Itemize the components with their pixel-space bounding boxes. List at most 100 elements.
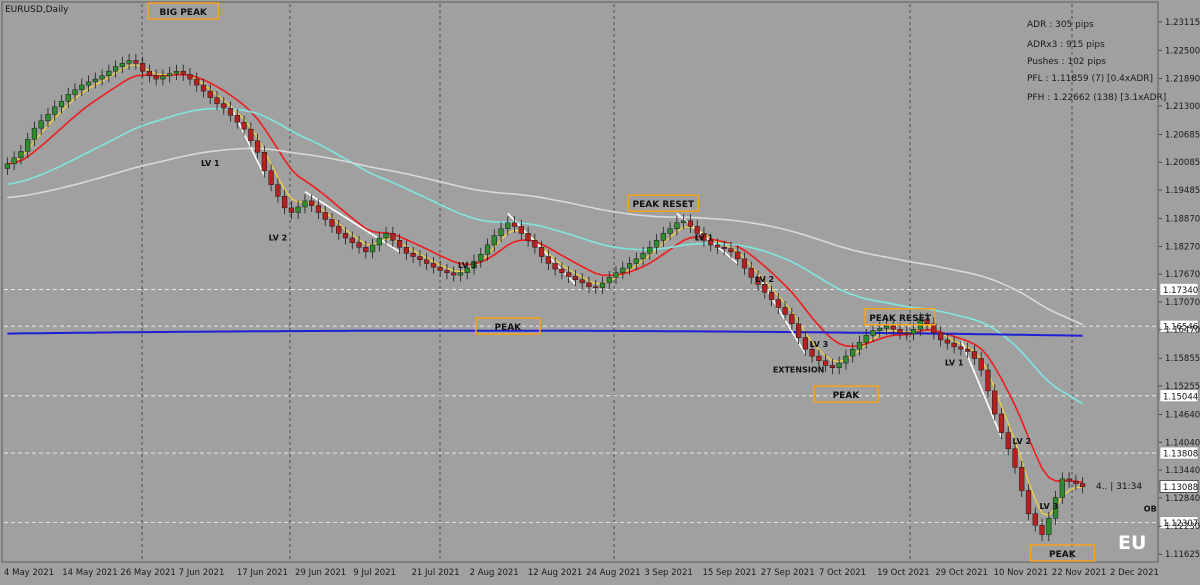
x-tick-label: 14 May 2021 xyxy=(62,568,117,578)
bear-candle-body xyxy=(816,355,822,362)
bear-candle-body xyxy=(795,323,802,338)
y-tick-label: 1.13440 xyxy=(1165,466,1200,476)
price-level-label: 1.15044 xyxy=(1163,392,1198,402)
y-tick-label: 1.15255 xyxy=(1165,382,1200,392)
x-tick-label: 21 Jul 2021 xyxy=(411,568,459,578)
chart-window[interactable]: 1.17340 1.16546 1.15044 1.13808 1.12307 1.130… xyxy=(0,0,1200,581)
price-level-label: 1.13808 xyxy=(1163,450,1198,460)
bear-candle-body xyxy=(1039,525,1045,535)
bear-candle-body xyxy=(322,212,328,220)
bull-candle-body xyxy=(478,253,484,262)
annotation-label: PEAK xyxy=(833,391,861,401)
bear-candle-body xyxy=(140,63,146,72)
y-tick-label: 1.22500 xyxy=(1165,46,1200,56)
bear-candle-body xyxy=(937,332,944,341)
bear-candle-body xyxy=(363,247,369,253)
bear-candle-body xyxy=(248,128,254,141)
x-tick-label: 15 Sep 2021 xyxy=(703,568,757,578)
bull-candle-body xyxy=(674,222,680,229)
bear-candle-body xyxy=(789,314,795,324)
bear-candle-body xyxy=(451,272,457,276)
bear-candle-body xyxy=(133,60,139,64)
annotation-label: LV 2 xyxy=(1012,437,1031,446)
bear-candle-body xyxy=(1080,483,1086,488)
bear-candle-body xyxy=(572,276,579,280)
x-tick-label: 29 Oct 2021 xyxy=(935,568,988,578)
y-tick-label: 1.12230 xyxy=(1165,522,1200,532)
y-tick-label: 1.14040 xyxy=(1165,438,1200,448)
bull-candle-body xyxy=(498,228,504,236)
bear-candle-body xyxy=(390,233,396,241)
bull-candle-body xyxy=(383,233,389,239)
bull-candle-body xyxy=(79,84,85,90)
bear-candle-body xyxy=(349,237,355,243)
bear-candle-body xyxy=(430,263,437,268)
bear-candle-body xyxy=(288,207,295,213)
bear-candle-body xyxy=(552,263,558,270)
bull-candle-body xyxy=(870,330,876,336)
bull-candle-body xyxy=(11,157,17,165)
bear-candle-body xyxy=(309,200,315,206)
bull-candle-body xyxy=(1046,518,1052,535)
bull-candle-body xyxy=(681,220,687,223)
bear-candle-body xyxy=(315,205,322,213)
annotation-label: EXTENSION xyxy=(773,365,824,374)
bear-candle-body xyxy=(735,251,741,260)
x-tick-label: 2 Aug 2021 xyxy=(470,568,519,578)
bull-candle-body xyxy=(173,70,180,74)
x-tick-label: 9 Jul 2021 xyxy=(353,568,396,578)
bear-candle-body xyxy=(342,233,349,239)
stat-adr: ADR : 305 pips xyxy=(1027,20,1094,30)
x-tick-label: 29 Jun 2021 xyxy=(295,568,346,578)
bull-candle-body xyxy=(72,89,78,95)
bear-candle-body xyxy=(775,299,781,308)
bull-candle-body xyxy=(856,341,863,350)
bear-candle-body xyxy=(559,268,565,273)
bear-candle-body xyxy=(782,307,788,315)
bear-candle-body xyxy=(579,279,585,284)
bear-candle-body xyxy=(261,152,267,172)
bull-candle-body xyxy=(45,114,51,122)
bear-candle-body xyxy=(187,74,193,80)
y-tick-label: 1.21890 xyxy=(1165,75,1200,85)
price-chart[interactable]: 1.173401.165461.150441.138081.123071.130… xyxy=(0,0,1200,581)
x-tick-label: 3 Sep 2021 xyxy=(644,568,692,578)
stat-pfl: PFL : 1.11859 (7) [0.4xADR] xyxy=(1027,74,1153,84)
bull-candle-body xyxy=(613,272,619,278)
bear-candle-body xyxy=(890,325,896,330)
bull-candle-body xyxy=(606,277,612,284)
annotation-label: LV 3 xyxy=(1040,502,1059,511)
symbol-title: EURUSD,Daily xyxy=(5,5,69,15)
bear-candle-body xyxy=(904,332,910,335)
bull-candle-body xyxy=(836,362,842,368)
bear-candle-body xyxy=(1012,448,1018,468)
annotation-label: BIG PEAK xyxy=(159,8,207,18)
bear-candle-body xyxy=(518,226,524,234)
bull-candle-body xyxy=(58,101,65,108)
bull-candle-body xyxy=(18,151,24,159)
bear-candle-body xyxy=(566,272,572,277)
bear-candle-body xyxy=(403,247,409,254)
bear-candle-body xyxy=(221,103,227,109)
bull-candle-body xyxy=(667,228,673,234)
y-tick-label: 1.20685 xyxy=(1165,130,1200,140)
x-tick-label: 17 Jun 2021 xyxy=(237,568,288,578)
bull-candle-body xyxy=(626,263,633,269)
bull-candle-body xyxy=(910,329,917,335)
x-tick-label: 26 May 2021 xyxy=(120,568,175,578)
bear-candle-body xyxy=(586,282,592,287)
bear-candle-body xyxy=(809,348,815,357)
bear-candle-body xyxy=(532,240,538,248)
x-tick-label: 2 Dec 2021 xyxy=(1110,568,1159,578)
bull-candle-body xyxy=(52,106,58,115)
bull-candle-body xyxy=(620,267,626,273)
annotation-label: LV 1 xyxy=(945,358,964,367)
bear-candle-body xyxy=(593,286,599,288)
annotation-label: LV 2 xyxy=(756,275,775,284)
bull-candle-body xyxy=(4,163,10,169)
bull-candle-body xyxy=(877,328,883,331)
bull-candle-body xyxy=(126,60,132,64)
y-tick-label: 1.17070 xyxy=(1165,298,1200,308)
y-tick-label: 1.12840 xyxy=(1165,494,1200,504)
bull-candle-body xyxy=(505,222,511,229)
